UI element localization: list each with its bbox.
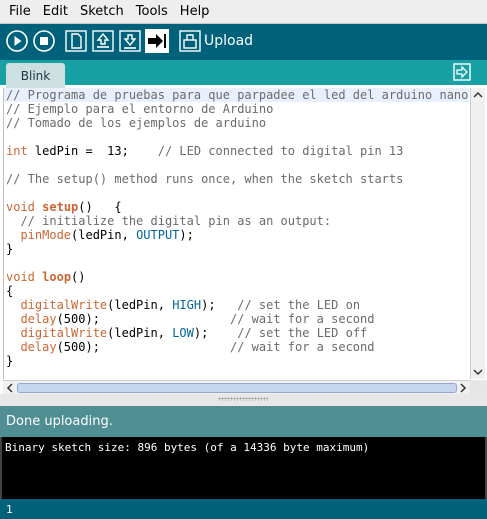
code-line[interactable]: { [4,284,469,298]
code-line[interactable]: digitalWrite(ledPin, HIGH); // set the L… [4,298,469,312]
code-token: (500); [56,312,230,326]
code-token: } [6,242,14,256]
menu-help[interactable]: Help [174,4,216,19]
code-token: delay [20,340,57,354]
code-token: ); [201,298,238,312]
code-token: delay [20,312,57,326]
console-text: Binary sketch size: 896 bytes (of a 1433… [5,441,370,454]
code-line[interactable]: } [4,242,469,256]
code-token: (ledPin, [107,326,173,340]
code-token: // Ejemplo para el entorno de Arduino [6,102,274,116]
code-line[interactable] [4,158,469,172]
open-icon[interactable] [91,29,115,53]
upload-icon[interactable] [145,29,169,53]
code-token: digitalWrite [20,298,108,312]
code-token: // Programa de pruebas para que parpadee… [6,88,469,102]
code-token: // set the LED on [237,298,361,312]
code-token: () { [78,200,122,214]
code-line[interactable]: void loop() [4,270,469,284]
code-line[interactable]: // The setup() method runs once, when th… [4,172,469,186]
code-token: // LED connected to digital pin 13 [157,144,404,158]
code-line[interactable] [4,186,469,200]
horizontal-scrollbar[interactable] [3,380,470,395]
serial-monitor-icon[interactable] [178,29,202,53]
scroll-down-icon[interactable] [471,365,485,379]
stop-icon[interactable] [32,29,56,53]
code-token: { [6,284,14,298]
code-token: // wait for a second [229,340,375,354]
code-token: HIGH [172,298,202,312]
verify-icon[interactable] [5,29,29,53]
code-token: OUTPUT [136,228,180,242]
tab-bar: Blink [0,60,487,88]
code-line[interactable]: int ledPin = 13; // LED connected to dig… [4,144,469,158]
code-token: int [6,144,28,158]
code-token: // initialize the digital pin as an outp… [6,214,332,228]
scroll-right-icon[interactable] [456,381,470,395]
code-token: ledPin = 13; [27,144,158,158]
code-line[interactable]: // Programa de pruebas para que parpadee… [4,88,469,102]
code-token: loop [42,270,72,284]
status-message: Done uploading. [6,414,113,429]
code-token: (500); [56,340,230,354]
code-token: // set the LED off [237,326,368,340]
code-editor[interactable]: // Programa de pruebas para que parpadee… [3,88,469,379]
code-token: } [6,354,14,368]
code-token: digitalWrite [20,326,108,340]
code-token: (ledPin, [71,228,137,242]
code-token: (ledPin, [107,298,173,312]
tab-blink[interactable]: Blink [6,63,65,88]
vertical-scrollbar[interactable] [470,88,485,379]
scroll-up-icon[interactable] [471,88,485,102]
toolbar: Upload [0,24,487,60]
code-token: // The setup() method runs once, when th… [6,172,404,186]
code-line[interactable]: // Ejemplo para el entorno de Arduino [4,102,469,116]
code-line[interactable]: } [4,354,469,368]
code-token: pinMode [20,228,72,242]
horizontal-scroll-thumb[interactable] [17,383,457,393]
code-line[interactable]: delay(500); // wait for a second [4,312,469,326]
scroll-left-icon[interactable] [3,381,17,395]
code-token: // wait for a second [229,312,375,326]
menu-file[interactable]: File [3,4,37,19]
code-line[interactable]: void setup() { [4,200,469,214]
code-line[interactable]: // initialize the digital pin as an outp… [4,214,469,228]
menu-edit[interactable]: Edit [37,4,74,19]
code-line[interactable]: // Tomado de los ejemplos de arduino [4,116,469,130]
code-line[interactable] [4,130,469,144]
menu-bar: File Edit Sketch Tools Help [0,0,487,24]
code-token: ); [193,326,238,340]
line-number: 1 [6,502,13,516]
code-token: setup [42,200,79,214]
menu-sketch[interactable]: Sketch [74,4,130,19]
code-line[interactable]: digitalWrite(ledPin, LOW); // set the LE… [4,326,469,340]
pane-divider[interactable] [0,394,487,406]
code-token: void [6,270,35,284]
console-output: Binary sketch size: 896 bytes (of a 1433… [0,437,487,499]
status-bar: Done uploading. [0,406,487,437]
footer-bar: 1 [0,499,487,519]
code-token: LOW [172,326,194,340]
code-line[interactable]: pinMode(ledPin, OUTPUT); [4,228,469,242]
save-icon[interactable] [118,29,142,53]
code-token: // Tomado de los ejemplos de arduino [6,116,267,130]
menu-tools[interactable]: Tools [130,4,174,19]
code-line[interactable]: delay(500); // wait for a second [4,340,469,354]
code-token: () [71,270,86,284]
code-line[interactable] [4,256,469,270]
divider-grip[interactable] [218,397,268,401]
tab-menu-icon[interactable] [453,63,471,81]
new-icon[interactable] [64,29,88,53]
code-token: void [6,200,35,214]
code-token: ); [179,228,194,242]
upload-label[interactable]: Upload [204,33,253,49]
scroll-corner [470,380,487,395]
